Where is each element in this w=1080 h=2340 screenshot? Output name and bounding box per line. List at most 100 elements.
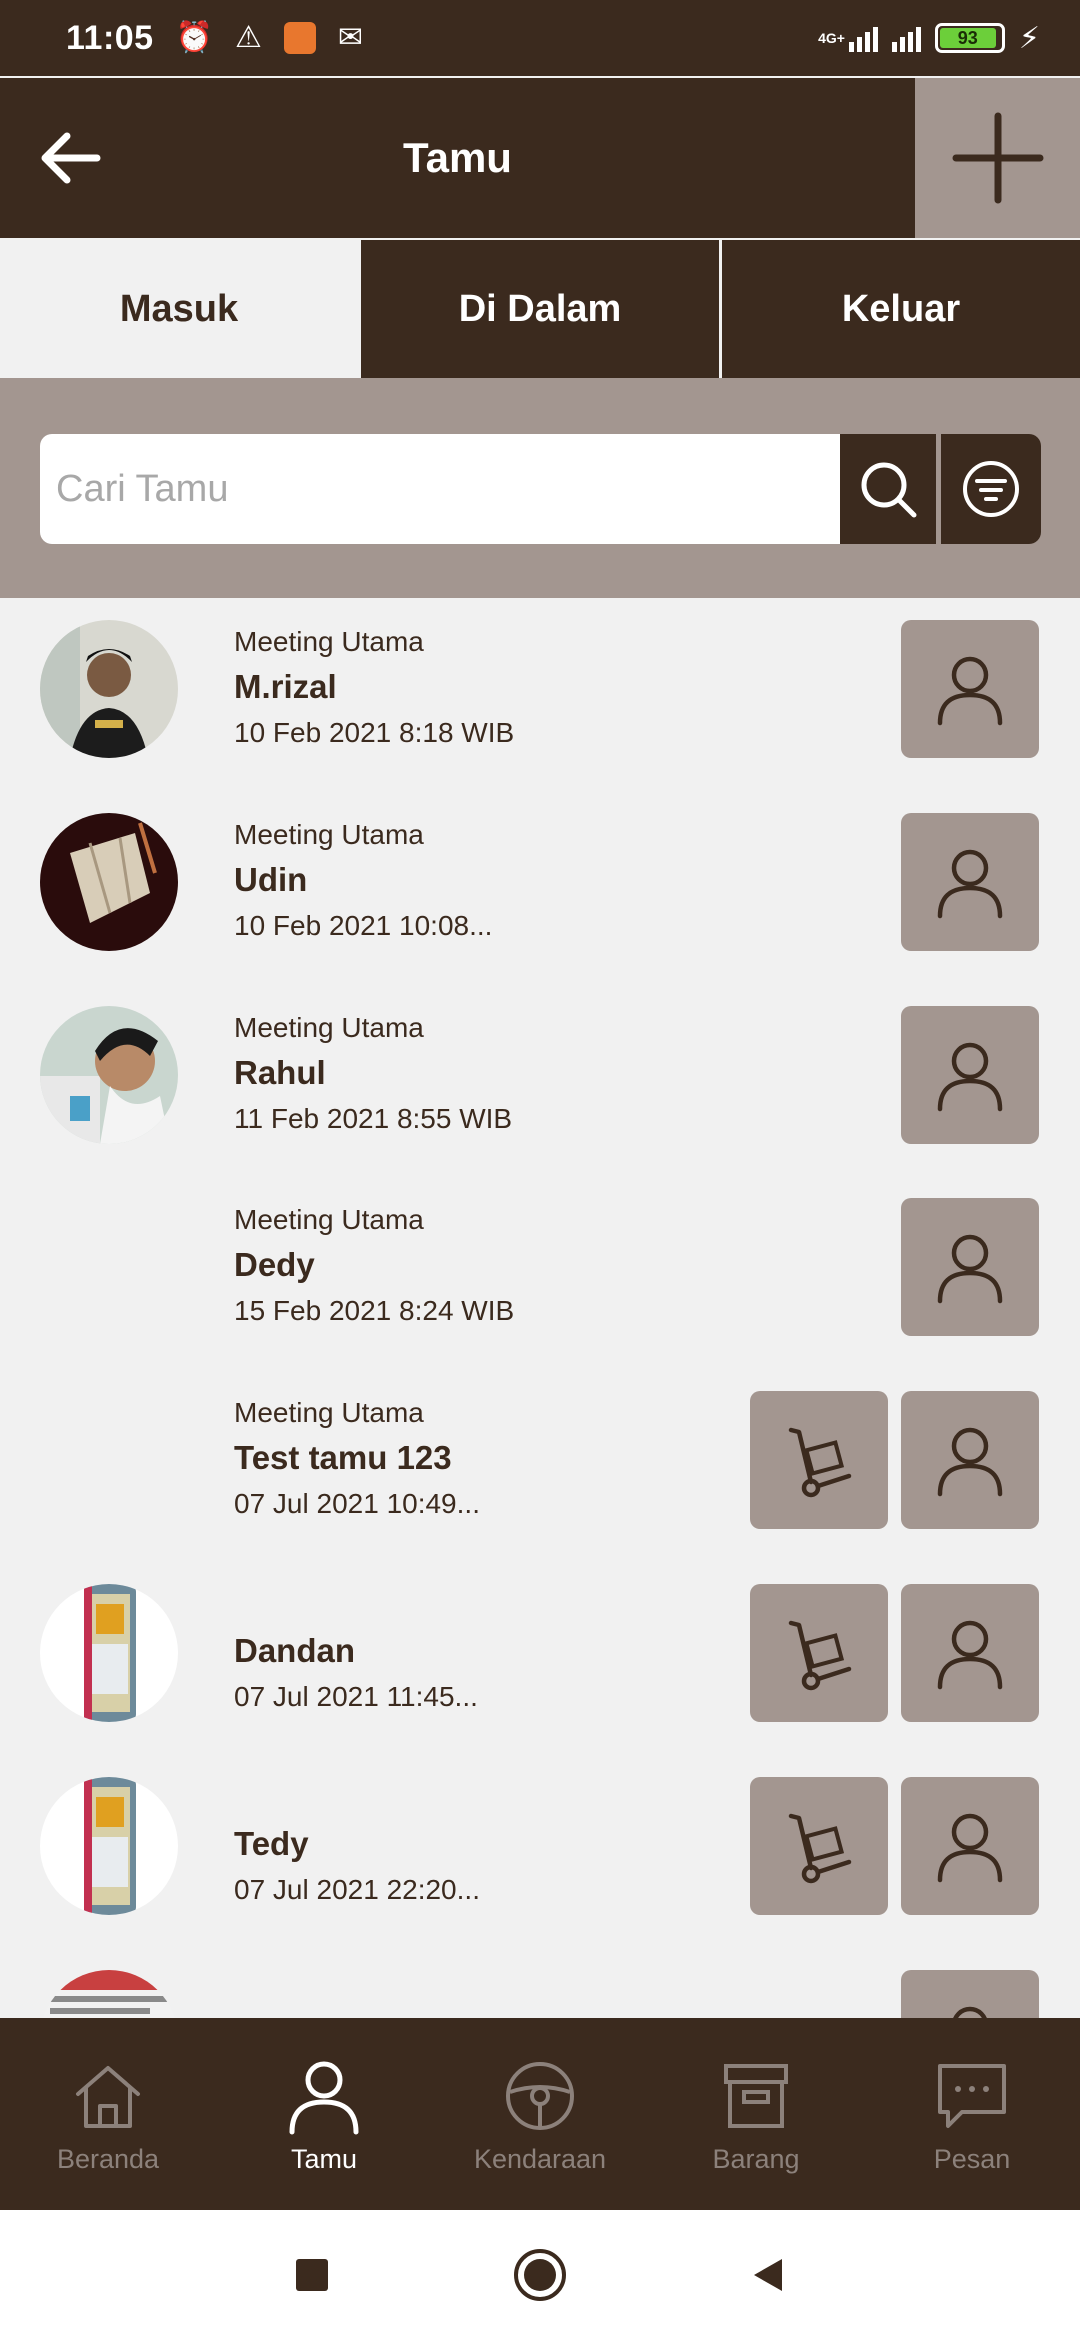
chat-icon — [938, 2064, 1006, 2128]
person-icon — [937, 1234, 1003, 1304]
hand-truck-icon — [788, 1813, 852, 1884]
guest-detail-button[interactable] — [901, 620, 1039, 758]
battery-icon: 93 — [934, 23, 1005, 53]
status-time: 11:05 — [66, 18, 154, 57]
guest-name: Dedy — [234, 1246, 315, 1283]
guest-time: 10 Feb 2021 8:18 WIB — [234, 717, 515, 748]
tab-keluar[interactable]: Keluar — [722, 240, 1080, 378]
status-bar: 11:05 ⏰ ⚠ ✉ 4G+ 93 ⚡ — [0, 0, 1080, 76]
guest-avatar — [40, 1584, 178, 1722]
guest-name: Udin — [234, 861, 308, 898]
guest-row[interactable]: Meeting Utama Dedy 15 Feb 2021 8:24 WIB — [0, 1176, 1080, 1336]
search-icon — [861, 462, 917, 518]
person-icon — [937, 1620, 1003, 1690]
charging-icon: ⚡ — [1018, 21, 1040, 55]
guest-time: 10 Feb 2021 10:08... — [234, 910, 493, 941]
person-icon — [289, 2061, 359, 2135]
guest-detail-button[interactable] — [901, 1970, 1039, 2018]
guest-avatar — [40, 1777, 178, 1915]
tab-masuk[interactable]: Masuk — [0, 240, 358, 378]
guest-room — [234, 1586, 478, 1626]
system-status: 4G+ 93 ⚡ — [818, 21, 1040, 56]
steering-wheel-icon — [506, 2062, 574, 2130]
network-label: 4G+ — [818, 30, 845, 46]
search-input[interactable] — [40, 434, 840, 544]
guest-room: Meeting Utama — [234, 626, 424, 657]
guest-items-button[interactable] — [750, 1777, 888, 1915]
guest-items-button[interactable] — [750, 1584, 888, 1722]
nav-label: Pesan — [933, 2144, 1011, 2174]
guest-row[interactable]: Meeting Utama M.rizal 10 Feb 2021 8:18 W… — [0, 598, 1080, 758]
guest-row[interactable]: Tedy 07 Jul 2021 22:20... — [0, 1755, 1080, 1915]
hand-truck-icon — [788, 1620, 852, 1691]
guest-row[interactable]: Meeting Utama Rahul 11 Feb 2021 8:55 WIB — [0, 984, 1080, 1144]
guest-detail-button[interactable] — [901, 1006, 1039, 1144]
signal-icon-2 — [891, 24, 921, 52]
home-button[interactable] — [512, 2247, 568, 2303]
nav-pesan[interactable]: Pesan — [864, 2018, 1080, 2210]
guest-row[interactable]: Meeting Utama Udin 10 Feb 2021 10:08... — [0, 791, 1080, 951]
app-notification-icon — [283, 22, 316, 54]
guest-name: Test tamu 123 — [234, 1439, 452, 1476]
nav-label: Tamu — [290, 2144, 358, 2174]
tab-bar: Masuk Di Dalam Keluar — [0, 240, 1080, 378]
nav-barang[interactable]: Barang — [648, 2018, 864, 2210]
nav-label: Kendaraan — [473, 2144, 607, 2174]
person-icon — [937, 656, 1003, 726]
filter-icon — [963, 461, 1019, 517]
guest-name: Rahul — [234, 1054, 326, 1091]
guest-avatar — [40, 813, 178, 951]
person-icon — [953, 2006, 987, 2018]
nav-beranda[interactable]: Beranda — [0, 2018, 216, 2210]
guest-room: Meeting Utama — [234, 1204, 424, 1235]
person-icon — [937, 1042, 1003, 1112]
home-icon — [76, 2066, 140, 2128]
bottom-navigation: Beranda Tamu Kendaraan Barang Pesan — [0, 2018, 1080, 2210]
guest-row[interactable]: Dandan 07 Jul 2021 11:45... — [0, 1562, 1080, 1722]
nav-kendaraan[interactable]: Kendaraan — [432, 2018, 648, 2210]
guest-list: Meeting Utama M.rizal 10 Feb 2021 8:18 W… — [0, 598, 1080, 2018]
back-button[interactable] — [34, 126, 104, 190]
guest-name: M.rizal — [234, 668, 337, 705]
guest-detail-button[interactable] — [901, 1198, 1039, 1336]
guest-avatar — [40, 1006, 178, 1144]
guest-time: 11 Feb 2021 8:55 WIB — [234, 1103, 513, 1134]
tab-di-dalam[interactable]: Di Dalam — [361, 240, 719, 378]
guest-room: Meeting Utama — [234, 819, 424, 850]
search-button[interactable] — [840, 434, 936, 544]
battery-level: 93 — [939, 28, 996, 48]
notification-icons: ⏰ ⚠ ✉ — [176, 22, 363, 54]
guest-name: Tedy — [234, 1825, 309, 1862]
guest-room — [234, 1779, 480, 1819]
search-area — [0, 378, 1080, 598]
system-navigation-bar — [0, 2210, 1080, 2340]
nav-label: Beranda — [56, 2144, 160, 2174]
guest-time: 07 Jul 2021 11:45... — [234, 1681, 478, 1712]
person-icon — [937, 1427, 1003, 1497]
page-title: Tamu — [403, 134, 512, 181]
person-icon — [937, 849, 1003, 919]
gmail-icon: ✉ — [337, 21, 363, 54]
guest-detail-button[interactable] — [901, 1584, 1039, 1722]
guest-time: 07 Jul 2021 10:49... — [234, 1488, 480, 1519]
guest-name: Dandan — [234, 1632, 356, 1669]
nav-label: Barang — [712, 2144, 800, 2174]
add-guest-button[interactable] — [915, 78, 1080, 238]
guest-row[interactable] — [0, 1948, 1080, 2018]
warning-icon: ⚠ — [234, 21, 262, 54]
guest-detail-button[interactable] — [901, 1777, 1039, 1915]
guest-detail-button[interactable] — [901, 1391, 1039, 1529]
nav-tamu[interactable]: Tamu — [216, 2018, 432, 2210]
guest-avatar — [40, 620, 178, 758]
back-system-button[interactable] — [748, 2255, 788, 2295]
guest-time: 15 Feb 2021 8:24 WIB — [234, 1295, 515, 1326]
guest-row[interactable]: Meeting Utama Test tamu 123 07 Jul 2021 … — [0, 1369, 1080, 1529]
arrow-left-icon — [41, 132, 101, 184]
plus-icon — [952, 112, 1043, 204]
guest-room: Meeting Utama — [234, 1012, 424, 1043]
filter-button[interactable] — [941, 434, 1041, 544]
guest-detail-button[interactable] — [901, 813, 1039, 951]
guest-time: 07 Jul 2021 22:20... — [234, 1874, 480, 1905]
guest-items-button[interactable] — [750, 1391, 888, 1529]
recent-apps-button[interactable] — [292, 2255, 332, 2295]
